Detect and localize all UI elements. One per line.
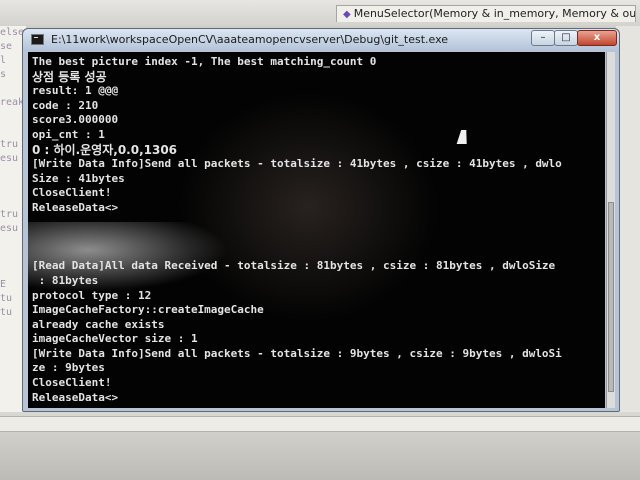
ide-tab-label: MenuSelector(Memory & in_memory, Memory …	[353, 7, 636, 20]
console-line: ReleaseData<>	[32, 200, 119, 214]
console-line: protocol type : 12	[32, 288, 152, 302]
ide-toolbar: ◆ MenuSelector(Memory & in_memory, Memory…	[0, 0, 640, 26]
minimize-button[interactable]: –	[531, 30, 555, 46]
console-scrollbar[interactable]	[606, 52, 615, 408]
ide-bottom-panel	[0, 412, 640, 480]
console-line: CloseClient!	[32, 186, 112, 200]
console-line: [Write Data Info]Send all packets - tota…	[32, 346, 562, 360]
console-lines: The best picture index -1, The best matc…	[32, 55, 562, 405]
ide-bottom-tabbar	[0, 416, 640, 432]
scrollbar-thumb[interactable]	[608, 202, 614, 392]
console-line: imageCacheVector size : 1	[32, 332, 198, 346]
console-line: [Read Data]All data Received - totalsize…	[32, 259, 556, 273]
method-icon: ◆	[343, 9, 351, 20]
console-line: ze : 9bytes	[32, 361, 105, 375]
close-button[interactable]: x	[577, 30, 617, 46]
console-line: : 81bytes	[32, 273, 99, 287]
console-line: 0 : 하이.운영자,0.0,1306	[32, 142, 178, 157]
console-titlebar[interactable]: E:\11work\workspaceOpenCV\aaateamopencvs…	[23, 29, 619, 51]
console-line: already cache exists	[32, 317, 165, 331]
ide-editor-tab[interactable]: ◆ MenuSelector(Memory & in_memory, Memory…	[336, 5, 636, 22]
console-line: ReleaseData<>	[32, 390, 119, 404]
console-line: [Write Data Info]Send all packets - tota…	[32, 157, 562, 171]
console-line: result: 1 @@@	[32, 84, 119, 98]
maximize-button[interactable]: □	[554, 30, 578, 46]
console-line: The best picture index -1, The best matc…	[32, 55, 377, 68]
console-title: E:\11work\workspaceOpenCV\aaateamopencvs…	[51, 33, 449, 46]
console-line: ImageCacheFactory::createImageCache	[32, 303, 264, 317]
console-app-icon	[31, 34, 44, 45]
console-line: code : 210	[32, 98, 99, 112]
console-output[interactable]: The best picture index -1, The best matc…	[28, 52, 605, 408]
console-line: Size : 41bytes	[32, 171, 125, 185]
console-line: 상점 등록 성공	[32, 69, 107, 84]
console-window[interactable]: E:\11work\workspaceOpenCV\aaateamopencvs…	[22, 28, 620, 412]
console-line: CloseClient!	[32, 376, 112, 390]
console-line: opi_cnt : 1	[32, 127, 105, 141]
console-line: score3.000000	[32, 113, 119, 127]
